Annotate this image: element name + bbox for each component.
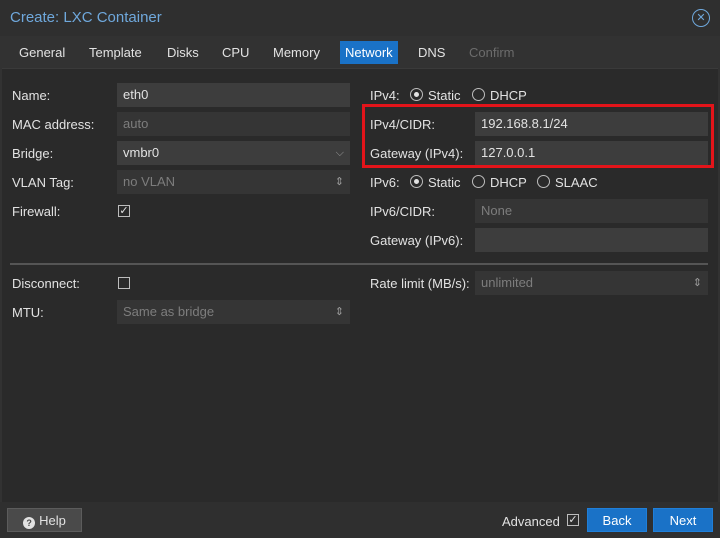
name-label: Name: bbox=[12, 88, 51, 103]
name-input[interactable]: eth0 bbox=[117, 83, 350, 107]
ipv6-cidr-input[interactable]: None bbox=[475, 199, 708, 223]
disconnect-checkbox[interactable] bbox=[118, 277, 130, 289]
vlan-placeholder: no VLAN bbox=[123, 174, 176, 189]
ipv6-slaac-label: SLAAC bbox=[555, 175, 598, 190]
vlan-tag-spinner[interactable]: no VLAN ⇕ bbox=[117, 170, 350, 194]
ipv6-dhcp-label: DHCP bbox=[490, 175, 527, 190]
mac-address-input[interactable]: auto bbox=[117, 112, 350, 136]
title-bar: Create: LXC Container ✕ bbox=[0, 0, 720, 36]
rate-limit-placeholder: unlimited bbox=[481, 275, 534, 290]
bridge-select[interactable]: vmbr0 ⌵ bbox=[117, 141, 350, 165]
dialog-footer: ? Help Advanced ✓ Back Next bbox=[0, 502, 720, 538]
spinner-icon: ⇕ bbox=[334, 176, 344, 188]
question-icon: ? bbox=[23, 517, 36, 529]
tab-confirm: Confirm bbox=[469, 45, 515, 60]
vlan-label: VLAN Tag: bbox=[12, 175, 74, 190]
chevron-down-icon: ⌵ bbox=[335, 147, 344, 159]
firewall-label: Firewall: bbox=[12, 204, 61, 219]
tab-memory[interactable]: Memory bbox=[268, 41, 325, 64]
ipv6-label: IPv6: bbox=[370, 175, 400, 190]
ipv6-static-radio[interactable] bbox=[410, 175, 423, 188]
spinner-icon: ⇕ bbox=[334, 306, 344, 318]
next-button[interactable]: Next bbox=[653, 508, 713, 532]
bridge-value: vmbr0 bbox=[123, 145, 160, 160]
tab-bar: General Template Disks CPU Memory Networ… bbox=[0, 36, 720, 68]
help-label: Help bbox=[39, 513, 66, 528]
window-title: Create: LXC Container bbox=[10, 9, 162, 26]
help-button[interactable]: ? Help bbox=[7, 508, 82, 532]
mtu-placeholder: Same as bridge bbox=[123, 304, 215, 319]
ipv6-static-label: Static bbox=[428, 175, 461, 190]
ipv4-label: IPv4: bbox=[370, 88, 400, 103]
ipv6-slaac-radio[interactable] bbox=[537, 175, 550, 188]
ipv4-dhcp-label: DHCP bbox=[490, 88, 527, 103]
gateway-ipv6-input[interactable] bbox=[475, 228, 708, 252]
ipv6-dhcp-radio[interactable] bbox=[472, 175, 485, 188]
disconnect-label: Disconnect: bbox=[12, 276, 80, 291]
ipv4-dhcp-radio[interactable] bbox=[472, 88, 485, 101]
gateway-ipv6-label: Gateway (IPv6): bbox=[370, 233, 464, 248]
advanced-label: Advanced bbox=[502, 514, 560, 529]
advanced-checkbox[interactable]: ✓ bbox=[567, 514, 579, 526]
mtu-spinner[interactable]: Same as bridge ⇕ bbox=[117, 300, 350, 324]
tab-disks[interactable]: Disks bbox=[162, 41, 204, 64]
rate-limit-label: Rate limit (MB/s): bbox=[370, 276, 470, 291]
rate-limit-spinner[interactable]: unlimited ⇕ bbox=[475, 271, 708, 295]
back-button[interactable]: Back bbox=[587, 508, 647, 532]
firewall-checkbox[interactable]: ✓ bbox=[118, 205, 130, 217]
close-icon[interactable]: ✕ bbox=[692, 9, 710, 27]
bridge-label: Bridge: bbox=[12, 146, 54, 161]
mac-label: MAC address: bbox=[12, 117, 95, 132]
ipv4-static-label: Static bbox=[428, 88, 461, 103]
tab-template[interactable]: Template bbox=[84, 41, 147, 64]
tab-cpu[interactable]: CPU bbox=[217, 41, 254, 64]
highlight-box bbox=[362, 104, 714, 168]
spinner-icon: ⇕ bbox=[692, 277, 702, 289]
tab-general[interactable]: General bbox=[14, 41, 70, 64]
ipv6-cidr-label: IPv6/CIDR: bbox=[370, 204, 436, 219]
tab-network[interactable]: Network bbox=[340, 41, 398, 64]
ipv4-static-radio[interactable] bbox=[410, 88, 423, 101]
mtu-label: MTU: bbox=[12, 305, 44, 320]
separator bbox=[10, 263, 708, 265]
tab-dns[interactable]: DNS bbox=[413, 41, 450, 64]
